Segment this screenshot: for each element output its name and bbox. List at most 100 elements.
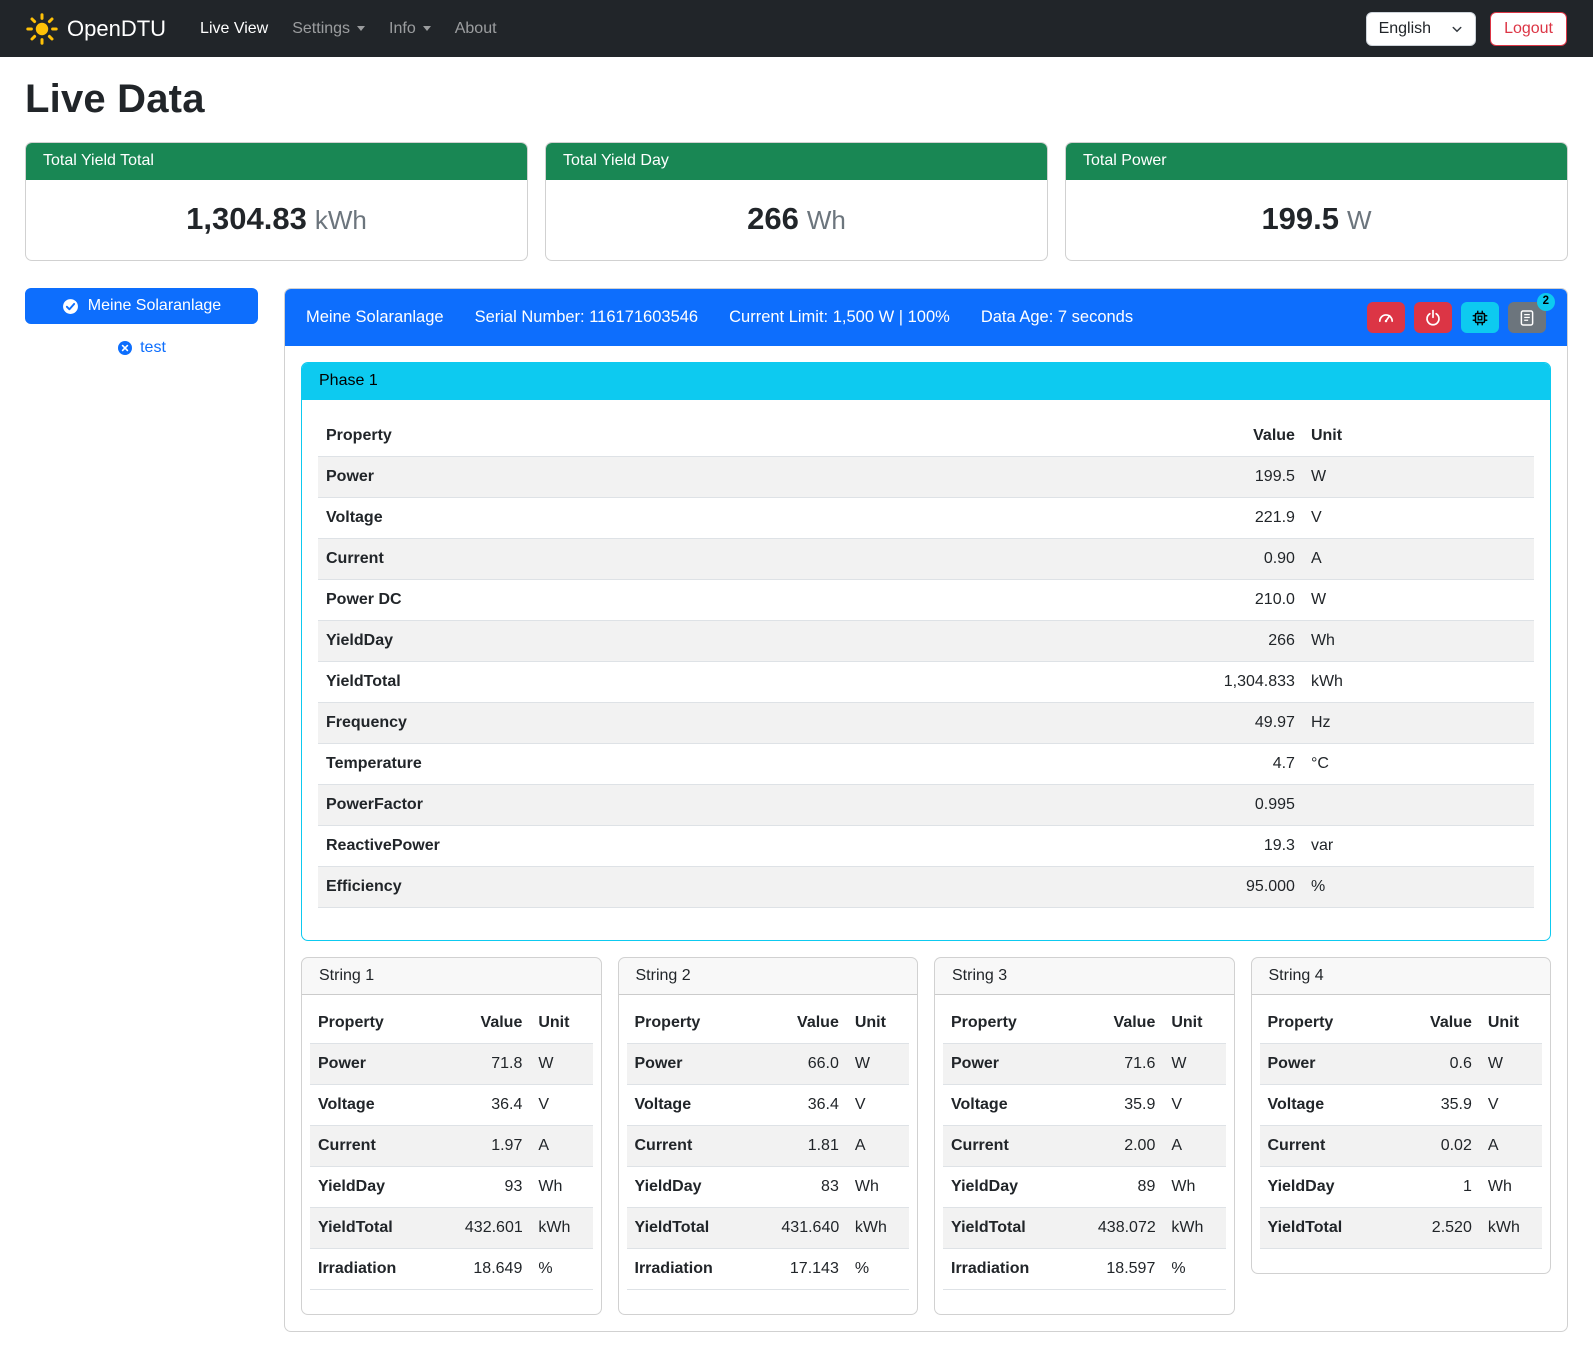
power-button[interactable] xyxy=(1414,302,1452,333)
row-property: Power xyxy=(1260,1044,1407,1085)
row-unit: kWh xyxy=(847,1208,909,1249)
power-icon xyxy=(1424,309,1442,327)
string-table-row: Irradiation 18.597 % xyxy=(943,1249,1226,1290)
string-table-row: YieldDay 93 Wh xyxy=(310,1167,593,1208)
row-value: 266 xyxy=(1121,621,1303,662)
phase-table: Property Value Unit Power 199.5 xyxy=(318,416,1534,908)
logout-button[interactable]: Logout xyxy=(1490,12,1567,46)
brand[interactable]: OpenDTU xyxy=(26,13,166,45)
row-property: Voltage xyxy=(943,1085,1090,1126)
string-table-header-row: Property Value Unit xyxy=(1260,1003,1543,1044)
page-title: Live Data xyxy=(25,77,1568,122)
string-table-row: Voltage 36.4 V xyxy=(627,1085,910,1126)
string-card: String 1 Property Value Unit xyxy=(301,957,602,1315)
string-table-header-row: Property Value Unit xyxy=(310,1003,593,1044)
row-property: YieldTotal xyxy=(627,1208,774,1249)
event-log-button[interactable]: 2 xyxy=(1508,302,1546,333)
row-value: 49.97 xyxy=(1121,703,1303,744)
string-table-row: Voltage 35.9 V xyxy=(943,1085,1226,1126)
row-unit: A xyxy=(1163,1126,1225,1167)
row-value: 83 xyxy=(773,1167,846,1208)
inverter-select-button[interactable]: Meine Solaranlage xyxy=(25,288,258,324)
page-container: Live Data Total Yield Total 1,304.83kWh … xyxy=(0,57,1593,1360)
row-property: Power xyxy=(310,1044,457,1085)
column-header-value: Value xyxy=(773,1003,846,1044)
row-property: Power DC xyxy=(318,580,1121,621)
row-property: Current xyxy=(318,539,1121,580)
phase-table-row: Voltage 221.9 V xyxy=(318,498,1534,539)
inverter-current-limit: Current Limit: 1,500 W | 100% xyxy=(729,308,950,327)
row-property: YieldDay xyxy=(627,1167,774,1208)
row-unit: % xyxy=(1303,867,1534,908)
summary-value: 1,304.83 xyxy=(186,201,307,236)
row-property: Irradiation xyxy=(627,1249,774,1290)
row-property: YieldDay xyxy=(1260,1167,1407,1208)
string-table-row: Irradiation 17.143 % xyxy=(627,1249,910,1290)
nav-info-dropdown[interactable]: Info xyxy=(377,12,443,46)
navbar-right: English Logout xyxy=(1366,12,1567,46)
nav-live-view[interactable]: Live View xyxy=(188,12,280,46)
inverter-panel-body: Phase 1 Property Value Unit xyxy=(285,346,1567,1331)
brand-label: OpenDTU xyxy=(67,16,166,42)
column-header-value: Value xyxy=(1406,1003,1479,1044)
column-header-value: Value xyxy=(1121,416,1303,457)
restart-button[interactable] xyxy=(1461,302,1499,333)
row-unit: kWh xyxy=(1480,1208,1542,1249)
string-table-row: YieldDay 89 Wh xyxy=(943,1167,1226,1208)
row-property: Current xyxy=(310,1126,457,1167)
string-table: Property Value Unit Power xyxy=(627,1003,910,1290)
event-count-badge: 2 xyxy=(1537,293,1555,311)
row-value: 19.3 xyxy=(1121,826,1303,867)
nav-settings-dropdown[interactable]: Settings xyxy=(280,12,377,46)
row-value: 1,304.833 xyxy=(1121,662,1303,703)
string-table: Property Value Unit Power xyxy=(310,1003,593,1290)
language-select[interactable]: English xyxy=(1366,12,1476,46)
row-property: Power xyxy=(943,1044,1090,1085)
string-table-row: YieldDay 83 Wh xyxy=(627,1167,910,1208)
x-circle-icon xyxy=(117,340,133,356)
row-property: YieldDay xyxy=(943,1167,1090,1208)
string-card: String 4 Property Value Unit xyxy=(1251,957,1552,1274)
string-table-row: Voltage 36.4 V xyxy=(310,1085,593,1126)
row-unit: Wh xyxy=(1163,1167,1225,1208)
summary-card-title: Total Yield Day xyxy=(546,143,1047,180)
row-unit: % xyxy=(1163,1249,1225,1290)
phase-table-row: YieldTotal 1,304.833 kWh xyxy=(318,662,1534,703)
row-unit: W xyxy=(1303,457,1534,498)
limit-settings-button[interactable] xyxy=(1367,302,1405,333)
row-value: 93 xyxy=(457,1167,530,1208)
row-property: YieldDay xyxy=(318,621,1121,662)
row-unit: V xyxy=(1303,498,1534,539)
column-header-property: Property xyxy=(627,1003,774,1044)
inverter-action-buttons: 2 xyxy=(1367,302,1546,333)
phase-card-title: Phase 1 xyxy=(302,363,1550,400)
row-property: YieldTotal xyxy=(310,1208,457,1249)
row-unit: A xyxy=(1480,1126,1542,1167)
gauge-icon xyxy=(1377,309,1395,327)
string-table-row: YieldTotal 438.072 kWh xyxy=(943,1208,1226,1249)
inverter-select-test[interactable]: test xyxy=(25,339,258,357)
string-table-row: YieldTotal 2.520 kWh xyxy=(1260,1208,1543,1249)
row-unit: A xyxy=(1303,539,1534,580)
row-property: Temperature xyxy=(318,744,1121,785)
phase-table-row: YieldDay 266 Wh xyxy=(318,621,1534,662)
column-header-property: Property xyxy=(943,1003,1090,1044)
string-card: String 2 Property Value Unit xyxy=(618,957,919,1315)
summary-card-body: 266Wh xyxy=(546,180,1047,260)
row-unit: V xyxy=(847,1085,909,1126)
string-table: Property Value Unit Power xyxy=(943,1003,1226,1290)
string-card-title: String 1 xyxy=(302,958,601,995)
row-unit: W xyxy=(847,1044,909,1085)
row-unit: var xyxy=(1303,826,1534,867)
row-unit: Wh xyxy=(530,1167,592,1208)
string-table-row: Irradiation 18.649 % xyxy=(310,1249,593,1290)
string-table-row: Current 0.02 A xyxy=(1260,1126,1543,1167)
string-table-row: Power 71.8 W xyxy=(310,1044,593,1085)
nav-about[interactable]: About xyxy=(443,12,509,46)
row-value: 199.5 xyxy=(1121,457,1303,498)
row-value: 0.90 xyxy=(1121,539,1303,580)
row-property: YieldTotal xyxy=(1260,1208,1407,1249)
row-property: Frequency xyxy=(318,703,1121,744)
string-table-header-row: Property Value Unit xyxy=(627,1003,910,1044)
row-property: Power xyxy=(627,1044,774,1085)
